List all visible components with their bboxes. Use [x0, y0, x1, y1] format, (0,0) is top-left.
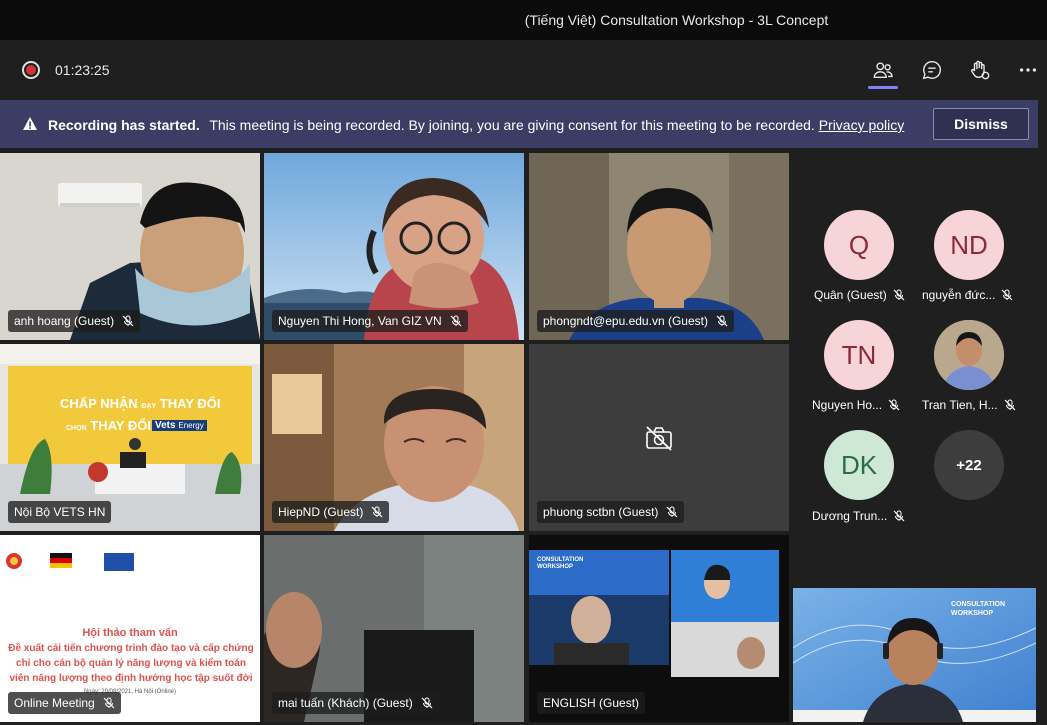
video-tile-hiepnd[interactable]: HiepND (Guest) — [264, 344, 524, 531]
video-tile-nguyen-thi-hong[interactable]: Nguyen Thi Hong, Van GIZ VN — [264, 153, 524, 340]
partner-logos — [6, 553, 134, 571]
participant-name: ENGLISH (Guest) — [543, 696, 640, 710]
roster-avatar-q[interactable]: Q — [824, 210, 894, 280]
participant-name: phuong sctbn (Guest) — [543, 505, 659, 519]
muted-mic-icon — [421, 697, 433, 709]
roster-name-nguyen-duc: nguyễn đức... — [922, 288, 1013, 302]
wall-slogan-small1: ĐẠY — [141, 403, 157, 410]
wall-slogan-word1: CHẤP NHẬN — [60, 396, 138, 411]
slide-line-2: chỉ cho cán bộ quản lý năng lượng và kiể… — [16, 658, 246, 669]
roster-name-text: Nguyen Ho... — [812, 398, 883, 412]
participant-name: mai tuấn (Khách) (Guest) — [278, 696, 413, 710]
self-view-slide-title: CONSULTATION WORKSHOP — [951, 600, 1005, 618]
roster-name-nguyen-ho: Nguyen Ho... — [812, 398, 900, 412]
self-view-title-1: CONSULTATION — [951, 601, 1006, 608]
wall-slogan-line1: CHẤP NHẬN ĐẠY THAY ĐỔI — [60, 396, 220, 411]
recording-message-text: This meeting is being recorded. By joini… — [209, 117, 815, 133]
roster-avatar-tran-tien-photo[interactable] — [934, 320, 1004, 390]
meeting-toolbar: 01:23:25 — [0, 40, 1047, 100]
participant-name-label: Nguyen Thi Hong, Van GIZ VN — [272, 310, 468, 332]
participant-name: Online Meeting — [14, 696, 95, 710]
muted-mic-icon — [103, 697, 115, 709]
participant-name-label: phongndt@epu.edu.vn (Guest) — [537, 310, 734, 332]
chat-icon[interactable] — [918, 56, 946, 84]
participant-name-label: Nội Bộ VETS HN — [8, 501, 112, 523]
recording-indicator-icon — [22, 61, 40, 79]
more-participants-button[interactable]: +22 — [934, 430, 1004, 500]
recording-message-title: Recording has started. — [48, 117, 200, 133]
roster-name-tran-tien: Tran Tien, H... — [922, 398, 1016, 412]
avatar-photo — [934, 320, 1004, 390]
wall-slogan-word3: THAY ĐỔI — [90, 418, 151, 433]
participant-name-label: phuong sctbn (Guest) — [537, 501, 685, 523]
camera-off-icon — [646, 426, 672, 451]
muted-mic-icon — [716, 315, 728, 327]
roster-name-text: nguyễn đức... — [922, 288, 996, 302]
slide-line-1: Đề xuất cải tiến chương trình đào tạo và… — [8, 643, 254, 654]
roster-avatar-dk[interactable]: DK — [824, 430, 894, 500]
recording-message: Recording has started. This meeting is b… — [48, 117, 904, 133]
muted-mic-icon — [666, 506, 678, 518]
warning-icon — [23, 117, 37, 130]
participant-name-label: anh hoang (Guest) — [8, 310, 141, 332]
slide-title: Hội thảo tham vấn — [82, 627, 178, 639]
wall-slogan-small2: CHỌN — [66, 425, 87, 432]
privacy-policy-link[interactable]: Privacy policy — [819, 117, 905, 133]
participant-name-label: ENGLISH (Guest) — [537, 692, 646, 714]
recording-banner: Recording has started. This meeting is b… — [0, 100, 1038, 148]
video-tile-anh-hoang[interactable]: anh hoang (Guest) — [0, 153, 260, 340]
participants-active-indicator — [868, 86, 898, 89]
participant-name: HiepND (Guest) — [278, 505, 364, 519]
roster-name-text: Tran Tien, H... — [922, 398, 998, 412]
video-tile-phuong-sctbn[interactable]: phuong sctbn (Guest) — [529, 344, 789, 531]
video-tile-phongndt[interactable]: phongndt@epu.edu.vn (Guest) — [529, 153, 789, 340]
muted-mic-icon — [122, 315, 134, 327]
participant-name-label: HiepND (Guest) — [272, 501, 390, 523]
muted-mic-icon — [450, 315, 462, 327]
title-bar: (Tiếng Việt) Consultation Workshop - 3L … — [0, 0, 1047, 40]
dismiss-button[interactable]: Dismiss — [933, 108, 1029, 140]
video-tile-online-meeting[interactable]: Hội thảo tham vấn Đề xuất cải tiến chươn… — [0, 535, 260, 722]
participant-name-label: mai tuấn (Khách) (Guest) — [272, 692, 439, 714]
roster-avatar-nd[interactable]: ND — [934, 210, 1004, 280]
english-slide-title-1: CONSULTATION — [537, 557, 584, 563]
window-title: (Tiếng Việt) Consultation Workshop - 3L … — [524, 12, 829, 28]
self-view-video[interactable]: CONSULTATION WORKSHOP — [793, 588, 1036, 722]
roster-name-text: Quân (Guest) — [814, 288, 887, 302]
muted-mic-icon — [893, 510, 905, 522]
muted-mic-icon — [371, 506, 383, 518]
video-tile-mai-tuan[interactable]: mai tuấn (Khách) (Guest) — [264, 535, 524, 722]
reactions-icon[interactable] — [966, 56, 994, 84]
muted-mic-icon — [893, 289, 905, 301]
participant-name: anh hoang (Guest) — [14, 314, 115, 328]
participants-icon[interactable] — [869, 56, 897, 84]
roster-name-text: Dương Trun... — [812, 509, 888, 523]
english-slide-title-2: WORKSHOP — [537, 564, 573, 570]
brand-suffix: Energy — [178, 421, 204, 430]
participant-name-label: Online Meeting — [8, 692, 121, 714]
video-tile-noi-bo-vets-hn[interactable]: CHẤP NHẬN ĐẠY THAY ĐỔI CHỌN THAY ĐỔI Vet… — [0, 344, 260, 531]
brand-name: Vets — [155, 420, 176, 431]
meeting-timer: 01:23:25 — [55, 62, 110, 78]
wall-slogan-word2: THAY ĐỔI — [159, 396, 221, 411]
roster-name-duong-trun: Dương Trun... — [812, 509, 905, 523]
vets-energy-logo: Vets Energy — [152, 420, 207, 431]
roster-avatar-tn[interactable]: TN — [824, 320, 894, 390]
slide-line-3: viên năng lượng theo định hướng học tập … — [9, 673, 253, 684]
self-view-title-2: WORKSHOP — [951, 610, 993, 617]
roster-name-quan: Quân (Guest) — [814, 288, 905, 302]
english-slide-title: CONSULTATION WORKSHOP — [537, 557, 583, 571]
participant-name: phongndt@epu.edu.vn (Guest) — [543, 314, 708, 328]
wall-slogan-line2: CHỌN THAY ĐỔI — [66, 418, 151, 433]
muted-mic-icon — [888, 399, 900, 411]
participant-name: Nội Bộ VETS HN — [14, 505, 106, 519]
participant-name: Nguyen Thi Hong, Van GIZ VN — [278, 314, 442, 328]
muted-mic-icon — [1001, 289, 1013, 301]
video-tile-english[interactable]: CONSULTATION WORKSHOP ENGLISH (Guest) — [529, 535, 789, 722]
muted-mic-icon — [1004, 399, 1016, 411]
more-options-icon[interactable] — [1014, 56, 1042, 84]
